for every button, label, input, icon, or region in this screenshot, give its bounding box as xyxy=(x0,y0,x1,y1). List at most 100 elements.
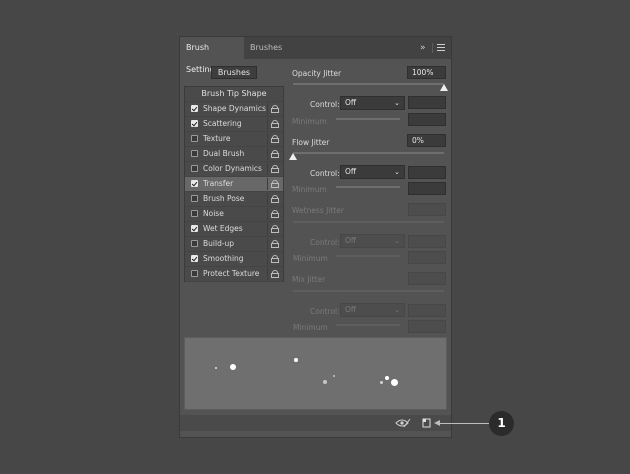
checkbox[interactable] xyxy=(191,195,198,202)
flow-jitter-field[interactable]: 0% xyxy=(407,134,446,147)
brush-stroke-preview xyxy=(184,337,447,410)
checkbox[interactable] xyxy=(191,105,198,112)
panel-tab-bar: Brush Settings Brushes » xyxy=(180,37,451,74)
preview-dab xyxy=(333,375,335,377)
lock-icon[interactable] xyxy=(267,148,281,160)
checkbox[interactable] xyxy=(191,255,198,262)
list-item-protect-texture[interactable]: Protect Texture xyxy=(185,267,283,282)
opacity-control-select[interactable]: Off ⌄ xyxy=(340,96,405,110)
opacity-minimum-field[interactable] xyxy=(408,113,446,126)
flow-minimum-field[interactable] xyxy=(408,182,446,195)
preview-dab xyxy=(380,381,383,384)
list-item-build-up[interactable]: Build-up xyxy=(185,237,283,252)
list-item-wet-edges[interactable]: Wet Edges xyxy=(185,222,283,237)
list-item-label: Dual Brush xyxy=(203,149,245,158)
flow-minimum-slider[interactable] xyxy=(336,186,400,188)
eye-toggle-icon[interactable] xyxy=(395,418,411,428)
mix-minimum-slider[interactable] xyxy=(336,324,400,326)
new-brush-icon[interactable] xyxy=(422,418,432,428)
list-item-label: Wet Edges xyxy=(203,224,243,233)
list-item-noise[interactable]: Noise xyxy=(185,207,283,222)
list-item-scattering[interactable]: Scattering xyxy=(185,117,283,132)
wetness-jitter-slider[interactable] xyxy=(293,221,444,223)
tab-brushes[interactable]: Brushes xyxy=(244,37,286,59)
wetness-control-label: Control: xyxy=(310,238,340,247)
list-item-smoothing[interactable]: Smoothing xyxy=(185,252,283,267)
checkbox[interactable] xyxy=(191,150,198,157)
mix-minimum-field[interactable] xyxy=(408,320,446,333)
mix-jitter-field[interactable] xyxy=(408,272,446,285)
list-item-color-dynamics[interactable]: Color Dynamics xyxy=(185,162,283,177)
mix-control-select[interactable]: Off ⌄ xyxy=(340,303,405,317)
lock-icon[interactable] xyxy=(267,268,281,280)
checkbox[interactable] xyxy=(191,225,198,232)
opacity-control-label: Control: xyxy=(310,100,340,109)
lock-icon[interactable] xyxy=(267,163,281,175)
opacity-jitter-field[interactable]: 100% xyxy=(407,66,446,79)
checkbox[interactable] xyxy=(191,120,198,127)
checkbox[interactable] xyxy=(191,135,198,142)
opacity-control-value: Off xyxy=(345,98,357,107)
wetness-minimum-field[interactable] xyxy=(408,251,446,264)
flow-jitter-slider-handle[interactable] xyxy=(289,153,297,160)
flow-control-select[interactable]: Off ⌄ xyxy=(340,165,405,179)
opacity-jitter-slider[interactable] xyxy=(293,83,444,85)
list-item-transfer[interactable]: Transfer xyxy=(185,177,283,192)
chevron-down-icon: ⌄ xyxy=(394,306,400,314)
opacity-minimum-slider[interactable] xyxy=(336,118,400,120)
list-item-dual-brush[interactable]: Dual Brush xyxy=(185,147,283,162)
checkbox[interactable] xyxy=(191,270,198,277)
wetness-jitter-label: Wetness Jitter xyxy=(292,206,344,215)
list-item-label: Texture xyxy=(203,134,231,143)
flow-control-label: Control: xyxy=(310,169,340,178)
opacity-control-field[interactable] xyxy=(408,96,446,109)
list-item-brush-pose[interactable]: Brush Pose xyxy=(185,192,283,207)
flow-control-field[interactable] xyxy=(408,166,446,179)
brushes-button[interactable]: Brushes xyxy=(211,66,257,79)
preview-dab xyxy=(294,358,298,362)
list-item-label: Brush Pose xyxy=(203,194,245,203)
lock-icon[interactable] xyxy=(267,193,281,205)
brush-options-list: Brush Tip Shape Shape Dynamics Scatterin… xyxy=(184,86,284,282)
lock-icon[interactable] xyxy=(267,103,281,115)
lock-icon[interactable] xyxy=(267,238,281,250)
preview-dab xyxy=(391,379,398,386)
tab-brush-settings[interactable]: Brush Settings xyxy=(180,37,244,74)
lock-icon[interactable] xyxy=(267,118,281,130)
callout-arrowhead xyxy=(434,420,440,426)
brush-tip-shape-item[interactable]: Brush Tip Shape xyxy=(185,87,283,102)
lock-icon[interactable] xyxy=(267,223,281,235)
mix-control-label: Control: xyxy=(310,307,340,316)
chevron-down-icon: ⌄ xyxy=(394,168,400,176)
mix-control-field[interactable] xyxy=(408,304,446,317)
mix-control-value: Off xyxy=(345,305,357,314)
mix-jitter-slider[interactable] xyxy=(293,290,444,292)
checkbox[interactable] xyxy=(191,240,198,247)
flow-jitter-slider[interactable] xyxy=(293,152,444,154)
flow-jitter-label: Flow Jitter xyxy=(292,138,330,147)
chevron-down-icon: ⌄ xyxy=(394,237,400,245)
list-item-label: Color Dynamics xyxy=(203,164,262,173)
checkbox[interactable] xyxy=(191,180,198,187)
tab-divider xyxy=(432,43,433,53)
lock-icon[interactable] xyxy=(267,178,281,190)
checkbox[interactable] xyxy=(191,210,198,217)
panel-menu-icon[interactable] xyxy=(437,44,445,52)
lock-icon[interactable] xyxy=(267,133,281,145)
chevron-down-icon: ⌄ xyxy=(394,99,400,107)
wetness-jitter-field[interactable] xyxy=(408,203,446,216)
lock-icon[interactable] xyxy=(267,208,281,220)
wetness-minimum-label: Minimum xyxy=(293,254,328,263)
list-item-shape-dynamics[interactable]: Shape Dynamics xyxy=(185,102,283,117)
flow-minimum-label: Minimum xyxy=(292,185,327,194)
list-item-texture[interactable]: Texture xyxy=(185,132,283,147)
preview-dab xyxy=(385,376,389,380)
checkbox[interactable] xyxy=(191,165,198,172)
panel-bottom-bar xyxy=(180,415,451,431)
wetness-control-field[interactable] xyxy=(408,235,446,248)
opacity-jitter-slider-handle[interactable] xyxy=(440,84,448,91)
lock-icon[interactable] xyxy=(267,253,281,265)
wetness-control-select[interactable]: Off ⌄ xyxy=(340,234,405,248)
wetness-minimum-slider[interactable] xyxy=(336,255,400,257)
expand-arrows-icon[interactable]: » xyxy=(420,42,426,54)
